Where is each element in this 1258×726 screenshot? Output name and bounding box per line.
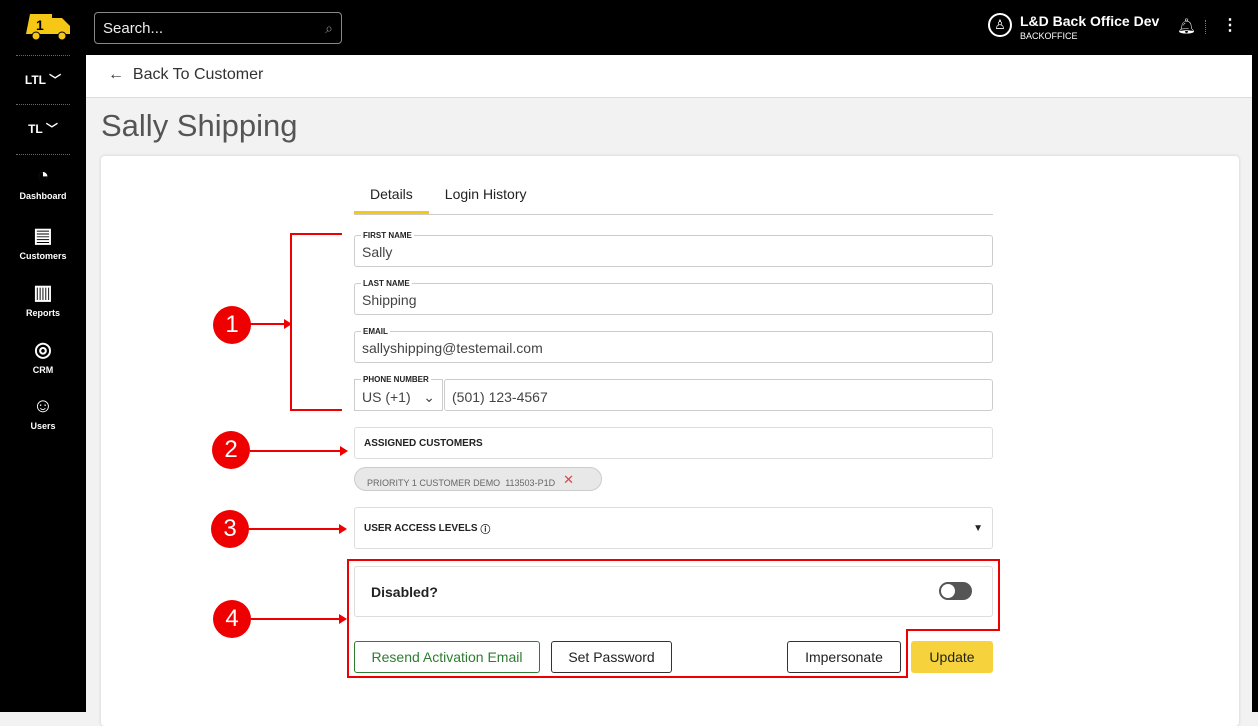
annotation-1: 1	[213, 306, 251, 344]
chip-name: PRIORITY 1 CUSTOMER DEMO	[367, 478, 501, 488]
divider	[1205, 20, 1206, 34]
logo-truck-icon[interactable]: 1	[24, 12, 72, 42]
more-menu-icon[interactable]: ⋮	[1222, 15, 1238, 35]
assigned-customers-input[interactable]: ASSIGNED CUSTOMERS	[354, 427, 993, 459]
sidebar-item-label: Users	[30, 421, 56, 431]
annotation-box	[347, 559, 1000, 631]
info-icon: ⓘ	[480, 524, 491, 536]
user-name: L&D Back Office Dev	[1020, 13, 1160, 29]
search-placeholder: Search...	[103, 20, 164, 37]
sidebar: LTL ﹀ TL ﹀ ◔ Dashboard ▤ Customers ▥ Report…	[0, 55, 86, 712]
user-role: BACKOFFICE	[1020, 31, 1078, 41]
annotation-3: 3	[211, 510, 249, 548]
first-name-field[interactable]: Sally	[354, 235, 993, 267]
chevron-down-icon: ﹀	[49, 73, 62, 87]
sidebar-item-reports[interactable]: ▥ Reports	[0, 280, 86, 318]
chevron-down-icon: ⌄	[423, 389, 435, 405]
annotation-bracket	[290, 233, 342, 411]
annotation-arrow	[251, 614, 347, 624]
chip-code: 113503-P1D	[505, 478, 556, 488]
email-field[interactable]: sallyshipping@testemail.com	[354, 331, 993, 363]
sidebar-item-label: CRM	[32, 365, 54, 375]
bell-icon[interactable]: 🔔︎	[1177, 17, 1196, 35]
sidebar-item-label: Dashboard	[19, 191, 67, 201]
tabs: Details Login History	[354, 180, 993, 215]
country-code-value: US (+1)	[362, 389, 411, 405]
top-bar: 1 Search... ⌕ ♙ L&D Back Office Dev BACKOFF…	[0, 0, 1258, 55]
back-to-customer-link[interactable]: ← Back To Customer	[86, 55, 1252, 98]
phone-field[interactable]: (501) 123-4567	[444, 379, 993, 411]
sidebar-group-tl[interactable]: TL ﹀	[16, 105, 70, 155]
id-card-icon: ▤	[33, 225, 53, 247]
last-name-label: LAST NAME	[361, 279, 412, 288]
bar-chart-icon: ▥	[33, 282, 53, 304]
arrow-left-icon: ←	[108, 66, 124, 83]
phone-label: PHONE NUMBER	[361, 375, 431, 384]
users-icon: ☺	[32, 395, 54, 417]
remove-chip-icon[interactable]: ✕	[563, 472, 574, 487]
tab-login-history[interactable]: Login History	[429, 180, 543, 214]
handshake-icon: ◎	[34, 339, 52, 361]
access-levels-label: USER ACCESS LEVELS	[364, 522, 478, 534]
sidebar-item-crm[interactable]: ◎ CRM	[0, 337, 86, 375]
scrollbar[interactable]	[1252, 55, 1258, 712]
annotation-4: 4	[213, 600, 251, 638]
gauge-icon: ◔	[36, 165, 50, 187]
annotation-arrow	[250, 446, 348, 456]
annotation-box	[347, 629, 908, 678]
email-label: EMAIL	[361, 327, 390, 336]
group-label: LTL	[24, 73, 46, 87]
annotation-box	[906, 629, 1000, 631]
last-name-field[interactable]: Shipping	[354, 283, 993, 315]
search-input[interactable]: Search... ⌕	[94, 12, 342, 44]
back-label: Back To Customer	[132, 66, 264, 83]
search-icon[interactable]: ⌕	[325, 20, 333, 37]
tab-details[interactable]: Details	[354, 180, 429, 214]
group-label: TL	[28, 122, 43, 136]
sidebar-group-ltl[interactable]: LTL ﹀	[16, 55, 70, 105]
annotation-2: 2	[212, 431, 250, 469]
svg-text:1: 1	[36, 17, 44, 33]
page-title: Sally Shipping	[101, 108, 298, 143]
update-button[interactable]: Update	[911, 641, 993, 673]
user-menu[interactable]: ♙ L&D Back Office Dev BACKOFFICE	[988, 13, 1159, 41]
assigned-customers-label: ASSIGNED CUSTOMERS	[364, 437, 483, 449]
sidebar-item-customers[interactable]: ▤ Customers	[0, 223, 86, 261]
first-name-label: FIRST NAME	[361, 231, 414, 240]
annotation-arrow	[249, 524, 347, 534]
chevron-down-icon: ﹀	[45, 122, 58, 136]
customer-chip: PRIORITY 1 CUSTOMER DEMO 113503-P1D ✕	[354, 467, 602, 491]
annotation-line	[250, 319, 292, 329]
sidebar-item-users[interactable]: ☺ Users	[0, 395, 86, 431]
caret-down-icon: ▼	[973, 522, 983, 534]
sidebar-item-label: Customers	[19, 251, 67, 261]
user-avatar-icon: ♙	[988, 13, 1012, 37]
user-access-levels-dropdown[interactable]: USER ACCESS LEVELS ⓘ ▼	[354, 507, 993, 549]
sidebar-item-label: Reports	[25, 308, 60, 318]
sidebar-item-dashboard[interactable]: ◔ Dashboard	[0, 165, 86, 201]
